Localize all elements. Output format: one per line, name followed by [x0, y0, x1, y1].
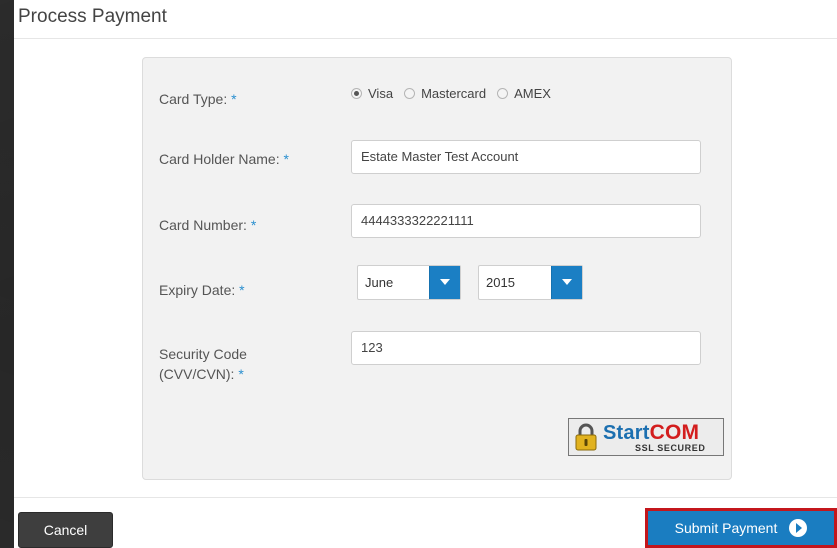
card-holder-label: Card Holder Name: * [159, 149, 289, 169]
radio-amex[interactable]: AMEX [497, 86, 551, 101]
radio-amex-button[interactable] [497, 88, 509, 99]
radio-mastercard[interactable]: Mastercard [404, 86, 486, 101]
security-code-label: Security Code (CVV/CVN): * [159, 344, 247, 384]
security-code-label-line2: (CVV/CVN): * [159, 364, 247, 384]
card-number-label-text: Card Number: [159, 217, 247, 233]
radio-visa-label: Visa [368, 86, 394, 101]
submit-payment-button[interactable]: Submit Payment [645, 508, 837, 548]
footer-divider [14, 497, 837, 498]
required-marker: * [231, 91, 237, 107]
expiry-year-value: 2015 [486, 275, 515, 290]
required-marker: * [283, 151, 289, 167]
arrow-right-circle-icon [789, 519, 808, 537]
radio-visa[interactable]: Visa [351, 86, 393, 101]
expiry-year-select[interactable]: 2015 [478, 265, 583, 300]
card-number-label: Card Number: * [159, 215, 256, 235]
ssl-badge-subtitle: SSL SECURED [635, 443, 706, 453]
cancel-button-label: Cancel [43, 522, 88, 538]
dialog-header: Process Payment [14, 0, 837, 39]
expiry-month-select[interactable]: June [357, 265, 461, 300]
security-code-label-line1: Security Code [159, 346, 247, 362]
security-code-input[interactable]: 123 [351, 331, 701, 365]
expiry-date-label: Expiry Date: * [159, 280, 245, 300]
card-number-input[interactable]: 4444333322221111 [351, 204, 701, 238]
ssl-badge-start: Start [603, 422, 650, 444]
payment-form: Card Type: * Visa Mastercard AMEX Card H… [142, 57, 732, 480]
ssl-badge-com: COM [649, 421, 700, 444]
required-marker: * [238, 366, 244, 382]
required-marker: * [250, 217, 257, 233]
ssl-badge-brand: StartCOM [603, 421, 699, 445]
cancel-button[interactable]: Cancel [18, 512, 113, 548]
radio-mastercard-button[interactable] [404, 88, 416, 99]
chevron-down-icon[interactable] [551, 266, 582, 299]
submit-payment-label: Submit Payment [674, 520, 778, 536]
card-holder-label-text: Card Holder Name: [159, 151, 280, 167]
padlock-icon [575, 423, 597, 451]
expiry-month-value: June [365, 275, 394, 290]
expiry-date-label-text: Expiry Date: [159, 282, 236, 298]
payment-dialog: Process Payment Card Type: * Visa Master… [14, 0, 837, 548]
card-holder-input[interactable]: Estate Master Test Account [351, 140, 701, 174]
security-code-label-line2-text: (CVV/CVN): [159, 366, 235, 382]
card-type-label: Card Type: * [159, 89, 237, 109]
radio-visa-button[interactable] [351, 88, 362, 99]
radio-amex-label: AMEX [514, 86, 551, 101]
card-type-label-text: Card Type: [159, 91, 228, 107]
required-marker: * [239, 282, 245, 298]
dialog-title: Process Payment [18, 6, 167, 27]
radio-mastercard-label: Mastercard [421, 86, 487, 101]
ssl-secured-badge: StartCOM SSL SECURED [568, 418, 724, 456]
card-type-radio-group: Visa Mastercard AMEX [351, 86, 562, 101]
chevron-down-icon[interactable] [429, 266, 460, 299]
